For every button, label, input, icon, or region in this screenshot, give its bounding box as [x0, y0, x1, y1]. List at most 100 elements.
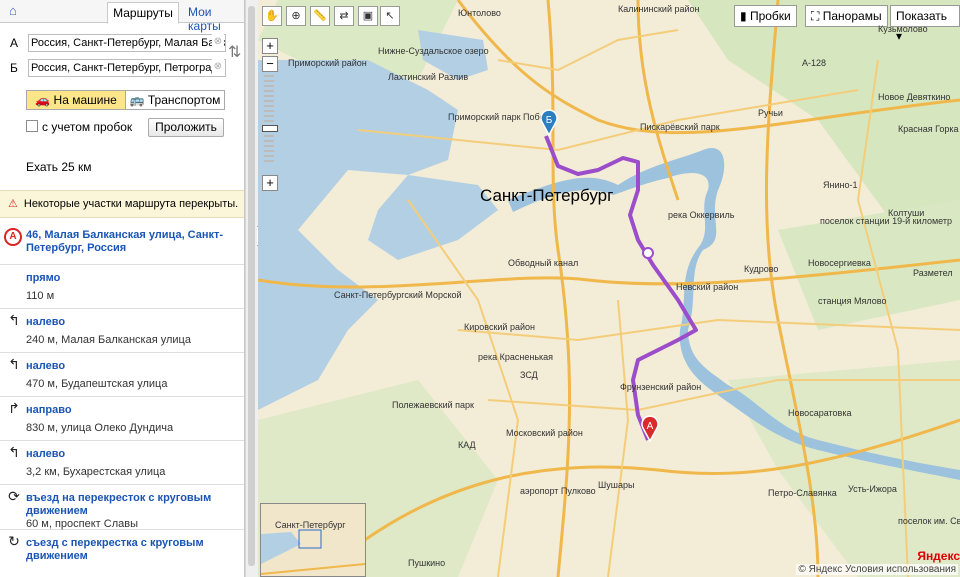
map-label: Фрунзенский район — [620, 382, 702, 392]
zoom-in-icon[interactable]: + — [262, 38, 278, 54]
map-label: КАД — [458, 440, 476, 450]
overview-minimap[interactable]: Санкт-Петербург — [260, 503, 366, 577]
print-icon[interactable]: ▣ — [358, 6, 378, 26]
step-detail: 830 м, улица Олеко Дундича — [26, 422, 174, 434]
map-label: А-128 — [802, 58, 827, 68]
map-label: аэропорт Пулково — [520, 486, 596, 496]
map-label: река Красненькая — [478, 352, 554, 362]
step-detail: 60 м, проспект Славы — [26, 518, 138, 530]
from-row: А Россия, Санкт-Петербург, Малая Балк ⊗ — [8, 34, 226, 52]
traffic-checkbox[interactable]: с учетом пробок — [26, 120, 132, 134]
traffic-label: с учетом пробок — [42, 120, 133, 134]
list-item[interactable]: ↻ съезд с перекрестка с круговым движени… — [0, 530, 244, 574]
to-input[interactable]: Россия, Санкт-Петербург, Петроградс — [28, 59, 226, 77]
pin-b-letter: Б — [546, 115, 553, 126]
step-direction[interactable]: налево — [26, 360, 236, 373]
list-item[interactable]: ↰ налево 3,2 км, Бухарестская улица — [0, 441, 244, 485]
list-item[interactable]: ↱ направо 830 м, улица Олеко Дундича — [0, 397, 244, 441]
step-direction[interactable]: налево — [26, 448, 236, 461]
zoom-out-icon[interactable]: − — [262, 56, 278, 72]
turn-left-icon: ↰ — [8, 444, 20, 460]
step-detail: 3,2 км, Бухарестская улица — [26, 466, 166, 478]
sidebar-scrollbar[interactable] — [245, 0, 258, 577]
scrollbar-thumb[interactable] — [248, 6, 255, 566]
minimap-graphics — [260, 529, 366, 575]
step-direction[interactable]: направо — [26, 404, 236, 417]
legal-footer[interactable]: © Яндекс Условия использования — [796, 564, 958, 575]
mode-car-button[interactable]: 🚗 На машине — [27, 91, 126, 109]
map-label: Красная Горка — [898, 124, 959, 134]
car-icon: 🚗 — [35, 93, 51, 107]
map-label: Калининский район — [618, 4, 700, 14]
tab-routes[interactable]: Маршруты — [107, 2, 179, 24]
list-item[interactable]: ↰ налево 240 м, Малая Балканская улица — [0, 309, 244, 353]
map-label: Обводный канал — [508, 258, 579, 268]
mode-car-label: На машине — [53, 93, 117, 107]
list-item[interactable]: ⟳ въезд на перекресток с круговым движен… — [0, 485, 244, 530]
route-sidebar: ⌂ Маршруты Мои карты А Россия, Санкт-Пет… — [0, 0, 245, 577]
start-point-marker[interactable]: А — [640, 414, 660, 443]
sidebar-tabs: ⌂ Маршруты Мои карты — [0, 0, 244, 33]
map-label: Нижне-Суздальское озеро — [378, 46, 489, 56]
pin-a-icon: А — [641, 415, 659, 443]
traffic-button[interactable]: ▮ Пробки — [734, 5, 797, 27]
route-waypoint[interactable] — [642, 247, 654, 259]
mode-transit-button[interactable]: 🚌 Транспортом — [126, 91, 224, 109]
map-canvas[interactable]: ✋ ⊕ 📏 ⇄ ▣ ↖ ▮ Пробки ⛶ Панорамы Показать… — [258, 0, 960, 577]
clear-from-icon[interactable]: ⊗ — [211, 34, 224, 50]
clear-to-icon[interactable]: ⊗ — [211, 59, 224, 75]
step-direction[interactable]: съезд с перекрестка с круговым движением — [26, 537, 236, 563]
from-letter: А — [10, 36, 19, 50]
step-detail: 240 м, Малая Балканская улица — [26, 334, 191, 346]
map-label: Новое Девяткино — [878, 92, 951, 102]
pointer-icon[interactable]: ↖ — [380, 6, 400, 26]
build-route-button[interactable]: Проложить — [148, 118, 224, 137]
route-distance: Ехать 25 км — [26, 160, 92, 174]
step-direction[interactable]: 46, Малая Балканская улица, Санкт-Петерб… — [26, 229, 236, 255]
ruler-icon[interactable]: 📏 — [310, 6, 330, 26]
route-tool-icon[interactable]: ⇄ — [334, 6, 354, 26]
zoom-in-bottom-icon[interactable]: + — [262, 175, 278, 191]
map-label: поселок станции 19-й километр — [820, 216, 952, 226]
map-label: ЗСД — [520, 370, 538, 380]
swap-icon[interactable]: ⇅ — [228, 42, 241, 62]
brand-logo: Яндекс — [917, 549, 960, 563]
transport-mode-switch: 🚗 На машине 🚌 Транспортом — [26, 90, 225, 110]
map-label: Кировский район — [464, 322, 535, 332]
map-label: Санкт-Петербургский Морской — [334, 290, 462, 300]
step-direction[interactable]: прямо — [26, 272, 236, 285]
zoom-slider[interactable] — [262, 75, 278, 175]
to-letter: Б — [10, 61, 18, 75]
from-input[interactable]: Россия, Санкт-Петербург, Малая Балк — [28, 34, 226, 52]
city-label: Санкт-Петербург — [480, 186, 614, 205]
mode-transit-label: Транспортом — [147, 93, 221, 107]
tab-my-maps[interactable]: Мои карты — [188, 5, 244, 33]
pin-b-icon: Б — [540, 109, 558, 137]
checkbox-icon[interactable] — [26, 120, 38, 132]
step-direction[interactable]: въезд на перекресток с круговым движение… — [26, 492, 236, 518]
zoom-slider-knob[interactable] — [262, 125, 278, 132]
home-icon[interactable]: ⌂ — [9, 3, 17, 18]
map-label: Разметел — [913, 268, 953, 278]
minimap-label: Санкт-Петербург — [275, 520, 346, 530]
map-label: Пушкино — [408, 558, 446, 568]
zoom-area-icon[interactable]: ⊕ — [286, 6, 306, 26]
route-warning: ⚠ Некоторые участки маршрута перекрыты. — [0, 190, 244, 218]
turn-right-icon: ↱ — [8, 400, 20, 416]
turn-left-icon: ↰ — [8, 356, 20, 372]
list-item[interactable]: А 46, Малая Балканская улица, Санкт-Пете… — [0, 220, 244, 265]
map-label: станция Мялово — [818, 296, 887, 306]
map-label: Лахтинский Разлив — [388, 72, 469, 82]
map-label: Московский район — [506, 428, 583, 438]
map-label: Приморский район — [288, 58, 367, 68]
hand-tool-icon[interactable]: ✋ — [262, 6, 282, 26]
end-point-marker[interactable]: Б — [539, 108, 559, 137]
map-label: Янино-1 — [823, 180, 858, 190]
zoom-control: + − + — [262, 38, 278, 193]
panoramas-button[interactable]: ⛶ Панорамы — [805, 5, 888, 27]
map-label: река Оккервиль — [668, 210, 735, 220]
list-item[interactable]: прямо 110 м — [0, 265, 244, 309]
list-item[interactable]: ↰ налево 470 м, Будапештская улица — [0, 353, 244, 397]
step-direction[interactable]: налево — [26, 316, 236, 329]
turn-left-icon: ↰ — [8, 312, 20, 328]
